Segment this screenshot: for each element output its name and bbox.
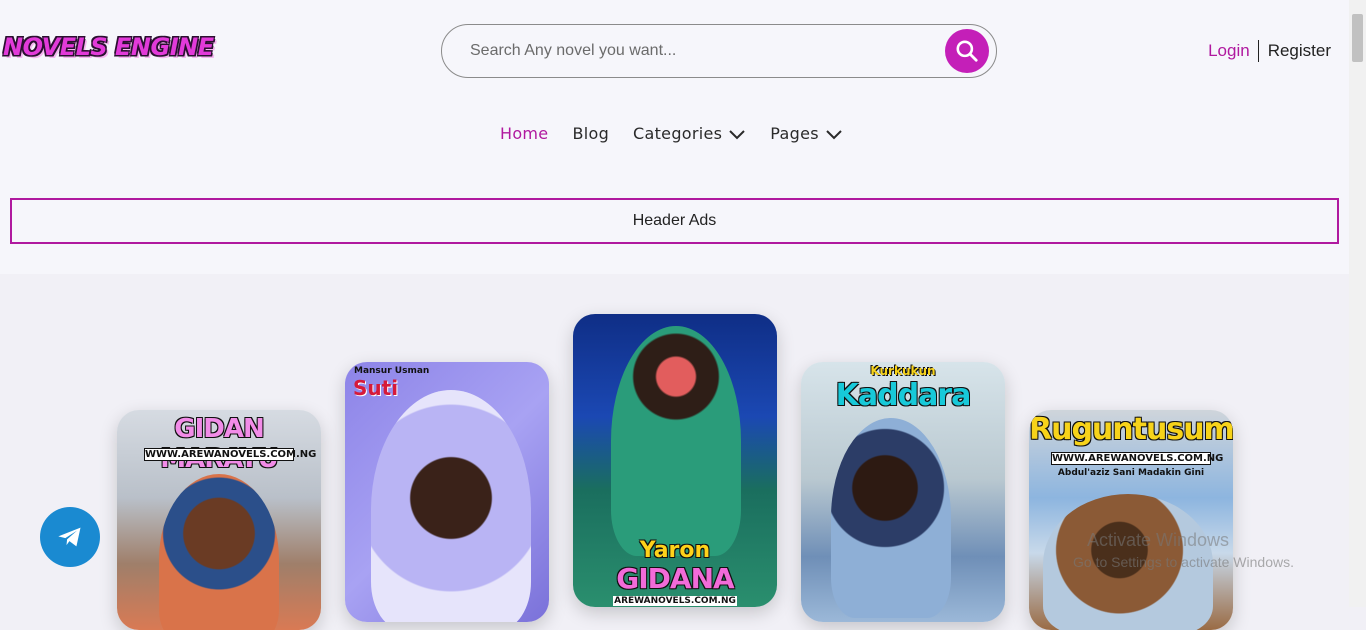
- os-watermark-title: Activate Windows: [1087, 530, 1230, 550]
- cover-illustration: [371, 390, 531, 622]
- cover-author: Abdul'aziz Sani Madakin Gini: [1057, 468, 1205, 478]
- login-link[interactable]: Login: [1208, 40, 1259, 62]
- cover-title-line1: Yaron: [639, 538, 711, 563]
- ads-label: Header Ads: [632, 212, 717, 229]
- search-button[interactable]: [945, 29, 989, 73]
- nav-item-home[interactable]: Home: [500, 124, 548, 143]
- scrollbar-thumb[interactable]: [1352, 14, 1363, 62]
- header-ads-banner[interactable]: Header Ads: [10, 198, 1339, 244]
- nav-item-blog[interactable]: Blog: [572, 124, 609, 143]
- nav-item-label: Home: [500, 124, 549, 143]
- novel-cover[interactable]: Ruguntusumi WWW.AREWANOVELS.COM.NG Abdul…: [1029, 410, 1233, 630]
- novel-cover[interactable]: Yaron GIDANA AREWANOVELS.COM.NG: [573, 314, 777, 607]
- cover-illustration: [831, 418, 951, 618]
- telegram-button[interactable]: [40, 507, 100, 567]
- novel-cover[interactable]: Kurkukun Kaddara: [801, 362, 1005, 622]
- cover-title: GIDAN MARAYU: [160, 414, 279, 474]
- nav-item-categories[interactable]: Categories: [633, 124, 746, 143]
- nav-item-label: Pages: [770, 124, 819, 143]
- cover-illustration: [611, 326, 741, 556]
- novel-cover[interactable]: GIDAN MARAYU WWW.AREWANOVELS.COM.NG: [117, 410, 321, 630]
- cover-site: AREWANOVELS.COM.NG: [613, 596, 737, 606]
- cover-site: WWW.AREWANOVELS.COM.NG: [144, 448, 317, 461]
- nav-item-label: Categories: [633, 124, 723, 143]
- page-scrollbar[interactable]: [1349, 0, 1366, 607]
- telegram-icon: [58, 527, 81, 547]
- cover-author: Mansur Usman: [354, 366, 430, 376]
- cover-title-line2: GIDANA: [616, 562, 734, 595]
- chevron-down-icon: [729, 129, 745, 139]
- search-input[interactable]: [470, 39, 930, 63]
- nav-item-pages[interactable]: Pages: [770, 124, 843, 143]
- chevron-down-icon: [826, 129, 842, 139]
- nav-item-label: Blog: [572, 124, 610, 143]
- cover-site: WWW.AREWANOVELS.COM.NG: [1051, 452, 1224, 465]
- site-header: NOVELS ENGINE Login Register Home Blog C…: [0, 0, 1349, 274]
- cover-title: Suti: [353, 376, 399, 400]
- site-logo[interactable]: NOVELS ENGINE: [3, 33, 214, 61]
- search-bar: [441, 24, 997, 78]
- search-icon: [956, 40, 978, 62]
- auth-links: Login Register: [1208, 40, 1331, 62]
- main-nav: Home Blog Categories Pages: [500, 124, 867, 143]
- novel-cover[interactable]: Mansur Usman Suti: [345, 362, 549, 622]
- register-link[interactable]: Register: [1259, 40, 1331, 62]
- os-watermark-subtitle: Go to Settings to activate Windows.: [1073, 554, 1294, 570]
- cover-subtitle: Kurkukun: [870, 364, 936, 378]
- cover-title: Kaddara: [835, 378, 972, 413]
- cover-title: Ruguntusumi: [1029, 412, 1233, 447]
